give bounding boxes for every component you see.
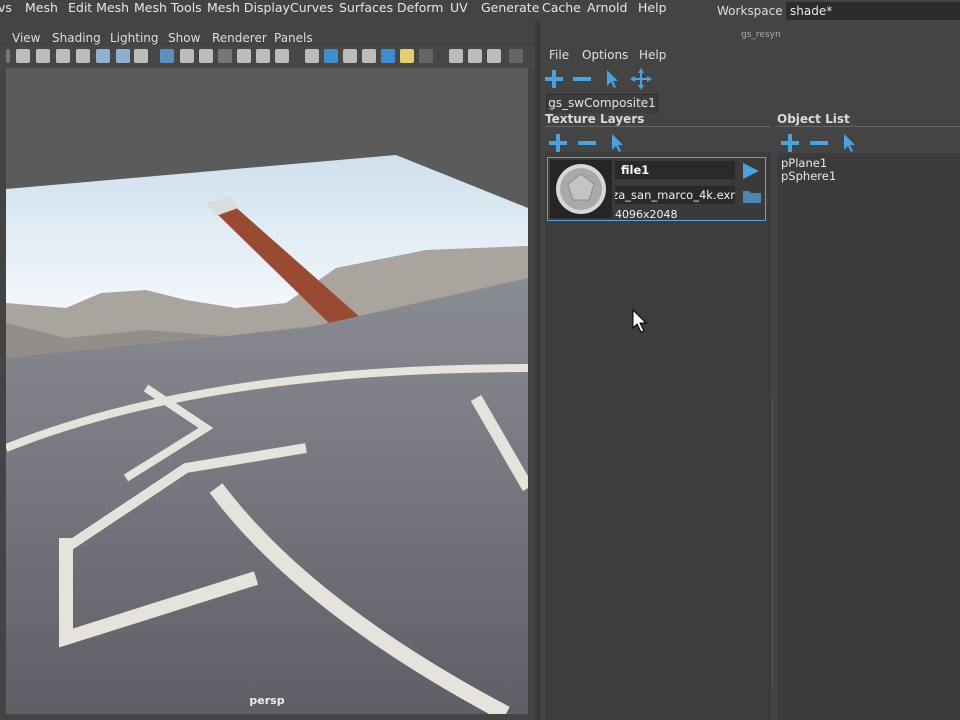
grid-icon[interactable]: [160, 49, 174, 63]
field-chart-icon[interactable]: [237, 49, 251, 63]
remove-icon[interactable]: [572, 69, 592, 89]
grease-pencil-icon[interactable]: [116, 49, 130, 63]
toolbar-grip-icon: [6, 49, 10, 63]
play-icon[interactable]: [741, 162, 761, 180]
select-object-arrow-icon[interactable]: [841, 133, 857, 153]
menu-cache[interactable]: Cache: [542, 0, 581, 16]
vp-menu-view[interactable]: View: [12, 31, 40, 45]
bookmark-icon[interactable]: [56, 49, 70, 63]
panel-title: gs_resyn: [741, 30, 781, 40]
folder-icon[interactable]: [742, 188, 762, 204]
wireframe-icon[interactable]: [305, 49, 319, 63]
menu-mesh-display[interactable]: Mesh Display: [207, 0, 290, 16]
menu-partial[interactable]: vs: [0, 0, 12, 16]
menu-deform[interactable]: Deform: [397, 0, 443, 16]
lights-icon[interactable]: [400, 49, 414, 63]
texture-thumbnail-icon: [556, 164, 606, 214]
add-object-icon[interactable]: [780, 133, 800, 153]
move-pivot-icon[interactable]: [629, 67, 653, 91]
vp-menu-renderer[interactable]: Renderer: [212, 31, 267, 45]
remove-layer-icon[interactable]: [577, 133, 597, 153]
layer-file-path-field[interactable]: piazza_san_marco_4k.exr: [615, 186, 735, 204]
panel-menu-help[interactable]: Help: [639, 48, 666, 62]
film-gate-icon[interactable]: [180, 49, 194, 63]
ambient-occlusion-icon[interactable]: [449, 49, 463, 63]
menu-help[interactable]: Help: [638, 0, 667, 16]
add-layer-icon[interactable]: [548, 133, 568, 153]
select-arrow-icon[interactable]: [604, 69, 620, 89]
vp-menu-shading[interactable]: Shading: [52, 31, 101, 45]
texture-layer-item[interactable]: file1 piazza_san_marco_4k.exr 4096x2048: [547, 157, 766, 221]
menu-curves[interactable]: Curves: [290, 0, 333, 16]
object-list[interactable]: pPlane1 pSphere1: [777, 153, 960, 720]
menu-mesh[interactable]: Mesh: [25, 0, 58, 16]
panel-menu-bar: File Options Help: [541, 46, 960, 66]
anti-aliasing-icon[interactable]: [487, 49, 501, 63]
add-icon[interactable]: [544, 69, 564, 89]
smooth-shade-icon[interactable]: [324, 49, 338, 63]
resolution-gate-icon[interactable]: [199, 49, 213, 63]
viewport-toolbar: [0, 46, 535, 68]
motion-blur-icon[interactable]: [468, 49, 482, 63]
vp-menu-show[interactable]: Show: [168, 31, 200, 45]
remove-object-icon[interactable]: [809, 133, 829, 153]
pencil-icon[interactable]: [134, 49, 148, 63]
layer-resolution: 4096x2048: [615, 208, 678, 221]
workspace-selector[interactable]: shade*: [786, 2, 960, 20]
menu-mesh-tools[interactable]: Mesh Tools: [134, 0, 202, 16]
layer-name-field[interactable]: file1: [615, 161, 735, 179]
list-item[interactable]: pSphere1: [781, 169, 836, 183]
panel-menu-options[interactable]: Options: [582, 48, 628, 62]
list-item[interactable]: pPlane1: [781, 156, 827, 170]
panel-toolbar: [541, 66, 960, 92]
menu-uv[interactable]: UV: [450, 0, 468, 16]
mouse-cursor-icon: [632, 309, 648, 333]
menu-arnold[interactable]: Arnold: [587, 0, 627, 16]
depth-of-field-icon[interactable]: [509, 49, 523, 63]
vp-menu-panels[interactable]: Panels: [274, 31, 313, 45]
image-plane-icon[interactable]: [76, 49, 90, 63]
viewport-persp[interactable]: persp: [6, 68, 528, 714]
scene-render: [6, 155, 528, 714]
safe-title-icon[interactable]: [275, 49, 289, 63]
viewport-menu-bar: View Shading Lighting Show Renderer Pane…: [0, 28, 535, 48]
select-layer-arrow-icon[interactable]: [609, 133, 625, 153]
2d-pan-zoom-icon[interactable]: [96, 49, 110, 63]
vp-menu-lighting[interactable]: Lighting: [110, 31, 159, 45]
safe-action-icon[interactable]: [256, 49, 270, 63]
texture-layers-list[interactable]: [545, 152, 771, 720]
camera-select-icon[interactable]: [16, 49, 30, 63]
default-material-icon[interactable]: [343, 49, 357, 63]
tab-composite[interactable]: gs_swComposite1: [546, 94, 658, 113]
textured-icon[interactable]: [381, 49, 395, 63]
panel-menu-file[interactable]: File: [549, 48, 569, 62]
divider: [545, 126, 770, 127]
gate-mask-icon[interactable]: [218, 49, 232, 63]
camera-attributes-icon[interactable]: [36, 49, 50, 63]
workspace-label: Workspace :: [717, 4, 791, 18]
wireframe-on-shaded-icon[interactable]: [362, 49, 376, 63]
column-scroll-edge: [772, 398, 773, 686]
shadows-icon[interactable]: [419, 49, 433, 63]
menu-edit-mesh[interactable]: Edit Mesh: [68, 0, 129, 16]
divider: [777, 126, 960, 127]
camera-label: persp: [249, 694, 285, 707]
texture-layers-header: Texture Layers: [545, 112, 645, 126]
object-list-header: Object List: [777, 112, 850, 126]
menu-surfaces[interactable]: Surfaces: [339, 0, 393, 16]
menu-generate[interactable]: Generate: [481, 0, 539, 16]
layer-thumbnail: [550, 160, 612, 218]
